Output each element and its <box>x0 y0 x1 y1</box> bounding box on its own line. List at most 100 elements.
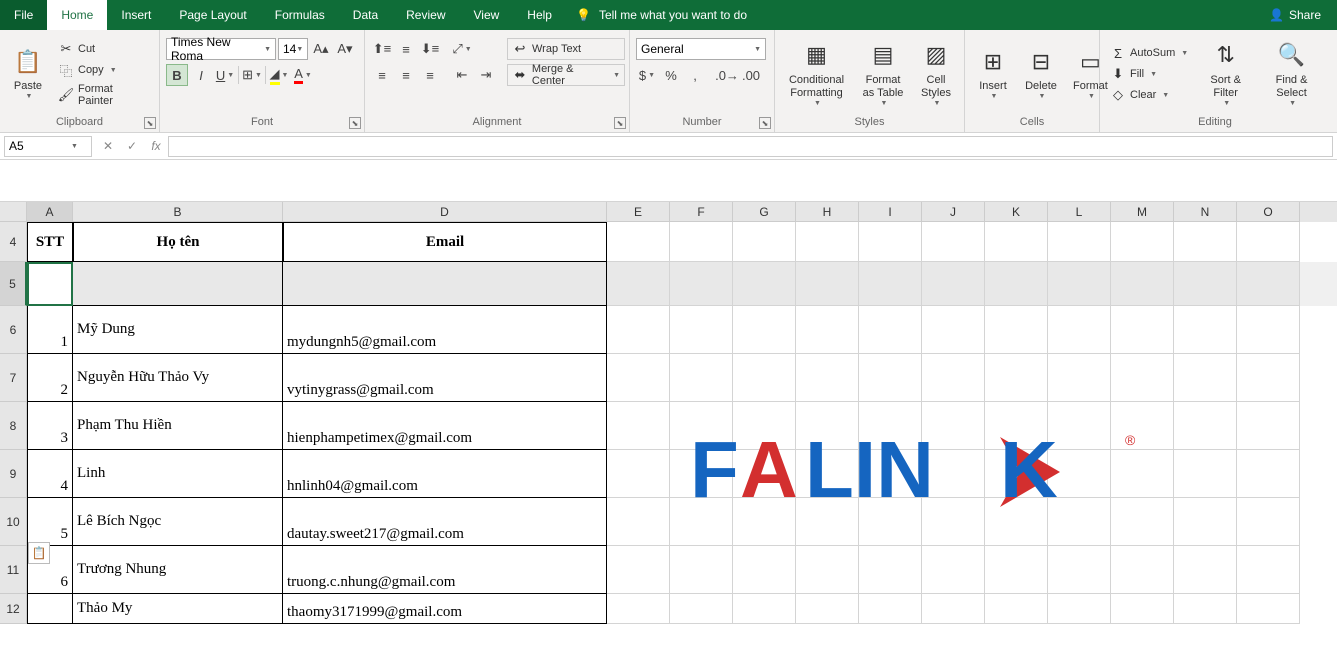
row-header-12[interactable]: 12 <box>0 594 27 624</box>
cell[interactable] <box>733 354 796 402</box>
cell[interactable]: Mỹ Dung <box>73 306 283 354</box>
row-header-10[interactable]: 10 <box>0 498 27 546</box>
cell[interactable] <box>1111 498 1174 546</box>
format-painter-button[interactable]: 🖌Format Painter <box>54 81 153 109</box>
cell[interactable] <box>1111 354 1174 402</box>
row-header-4[interactable]: 4 <box>0 222 27 262</box>
cell[interactable] <box>922 498 985 546</box>
cell[interactable] <box>859 450 922 498</box>
cell[interactable] <box>607 546 670 594</box>
cell[interactable] <box>1237 262 1300 306</box>
cell[interactable] <box>607 354 670 402</box>
cell[interactable] <box>670 354 733 402</box>
cell[interactable]: truong.c.nhung@gmail.com <box>283 546 607 594</box>
increase-indent-button[interactable]: ⇥ <box>475 64 497 86</box>
cell[interactable] <box>859 262 922 306</box>
cell[interactable] <box>1174 402 1237 450</box>
cell[interactable] <box>796 450 859 498</box>
percent-button[interactable]: % <box>660 64 682 86</box>
orientation-button[interactable]: ⤢▼ <box>451 38 473 60</box>
cell[interactable] <box>733 402 796 450</box>
cell[interactable] <box>1048 546 1111 594</box>
cell[interactable] <box>985 498 1048 546</box>
col-header-L[interactable]: L <box>1048 202 1111 222</box>
font-color-button[interactable]: A▼ <box>292 64 314 86</box>
cell[interactable]: Thảo My <box>73 594 283 624</box>
col-header-F[interactable]: F <box>670 202 733 222</box>
cell[interactable] <box>859 546 922 594</box>
cell[interactable]: STT <box>27 222 73 262</box>
align-center-button[interactable]: ≡ <box>395 64 417 86</box>
copy-button[interactable]: ⿻Copy▼ <box>54 60 153 80</box>
cell[interactable] <box>985 262 1048 306</box>
cell[interactable] <box>1237 498 1300 546</box>
cell[interactable] <box>607 402 670 450</box>
cell[interactable] <box>1174 546 1237 594</box>
cell[interactable] <box>1174 450 1237 498</box>
cancel-formula-button[interactable]: ✕ <box>96 136 120 157</box>
tab-formulas[interactable]: Formulas <box>261 0 339 30</box>
italic-button[interactable]: I <box>190 64 212 86</box>
cell[interactable] <box>796 498 859 546</box>
cell[interactable]: Email <box>283 222 607 262</box>
cell[interactable] <box>733 594 796 624</box>
cell[interactable] <box>796 402 859 450</box>
cell[interactable] <box>1111 306 1174 354</box>
cell[interactable] <box>1237 222 1300 262</box>
cell[interactable] <box>283 262 607 306</box>
cell[interactable] <box>1048 450 1111 498</box>
cell[interactable] <box>1111 222 1174 262</box>
cell[interactable] <box>922 546 985 594</box>
font-name-combo[interactable]: Times New Roma▼ <box>166 38 276 60</box>
cell[interactable] <box>985 450 1048 498</box>
col-header-H[interactable]: H <box>796 202 859 222</box>
name-box-input[interactable] <box>9 139 69 153</box>
cell[interactable] <box>733 222 796 262</box>
font-dialog-launcher[interactable]: ⬊ <box>349 117 361 129</box>
cell[interactable] <box>1111 594 1174 624</box>
cell[interactable] <box>985 222 1048 262</box>
cell[interactable] <box>670 402 733 450</box>
cell[interactable] <box>1237 546 1300 594</box>
decrease-font-button[interactable]: A▾ <box>334 38 356 60</box>
select-all-corner[interactable] <box>0 202 27 222</box>
cell[interactable]: dautay.sweet217@gmail.com <box>283 498 607 546</box>
cell[interactable] <box>859 222 922 262</box>
decrease-decimal-button[interactable]: .00 <box>740 64 762 86</box>
col-header-E[interactable]: E <box>607 202 670 222</box>
tab-insert[interactable]: Insert <box>107 0 165 30</box>
align-bottom-button[interactable]: ⬇≡ <box>419 38 441 60</box>
underline-button[interactable]: U▼ <box>214 64 236 86</box>
cell[interactable]: hienphampetimex@gmail.com <box>283 402 607 450</box>
cell[interactable]: Nguyễn Hữu Thảo Vy <box>73 354 283 402</box>
row-header-11[interactable]: 11 <box>0 546 27 594</box>
cell[interactable]: Họ tên <box>73 222 283 262</box>
autosum-button[interactable]: ΣAutoSum▼ <box>1106 43 1192 63</box>
cell[interactable] <box>607 306 670 354</box>
cell[interactable] <box>859 354 922 402</box>
cell[interactable] <box>1048 306 1111 354</box>
cell[interactable] <box>1174 594 1237 624</box>
cell[interactable]: 1 <box>27 306 73 354</box>
row-header-7[interactable]: 7 <box>0 354 27 402</box>
tab-home[interactable]: Home <box>47 0 107 30</box>
col-header-M[interactable]: M <box>1111 202 1174 222</box>
cell[interactable] <box>985 546 1048 594</box>
cell[interactable] <box>985 402 1048 450</box>
align-right-button[interactable]: ≡ <box>419 64 441 86</box>
cell[interactable] <box>796 354 859 402</box>
cell[interactable] <box>670 450 733 498</box>
cell[interactable] <box>1048 402 1111 450</box>
cell[interactable]: 4 <box>27 450 73 498</box>
cell[interactable] <box>733 498 796 546</box>
cell[interactable] <box>1048 222 1111 262</box>
col-header-D[interactable]: D <box>283 202 607 222</box>
cell[interactable] <box>607 594 670 624</box>
format-as-table-button[interactable]: ▤Format as Table▼ <box>856 34 910 114</box>
col-header-K[interactable]: K <box>985 202 1048 222</box>
col-header-B[interactable]: B <box>73 202 283 222</box>
tell-me-search[interactable]: 💡 Tell me what you want to do <box>566 0 1253 30</box>
cell[interactable] <box>922 450 985 498</box>
cell[interactable] <box>733 450 796 498</box>
cell[interactable] <box>1174 222 1237 262</box>
